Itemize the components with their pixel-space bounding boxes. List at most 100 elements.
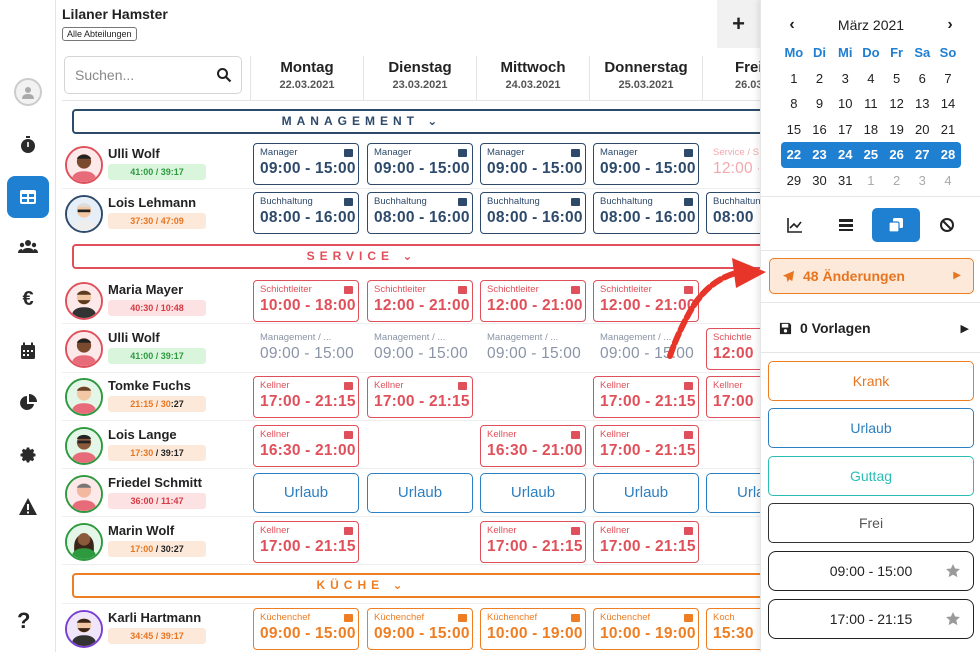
- shift-card[interactable]: Koch 15:30: [706, 608, 760, 650]
- users-group-icon[interactable]: [7, 226, 49, 268]
- employee-row-marin-wolf[interactable]: Marin Wolf 17:00 / 30:27: [62, 517, 250, 565]
- calendar-week[interactable]: 15 16 17 18 19 20 21: [781, 117, 961, 143]
- shift-card[interactable]: Buchhaltung 08:00 - 16:00: [253, 192, 359, 234]
- star-icon[interactable]: [945, 563, 961, 579]
- shift-card[interactable]: Kellner 17:00 - 21:15: [593, 521, 699, 563]
- shift-card[interactable]: Kellner 17:00 - 21:15: [593, 425, 699, 467]
- calendar-day[interactable]: 27: [909, 147, 935, 162]
- chevron-right-icon[interactable]: ›: [939, 16, 961, 34]
- calendar-day[interactable]: 13: [909, 96, 935, 111]
- user-avatar-icon[interactable]: [14, 78, 42, 106]
- employee-row-lois-lehmann[interactable]: Lois Lehmann 37:30 / 47:09: [62, 189, 250, 237]
- shift-card[interactable]: Management / ... 09:00 - 15:00: [367, 328, 473, 370]
- tab-statistics[interactable]: [771, 208, 819, 242]
- search-icon[interactable]: [216, 67, 232, 83]
- search-input[interactable]: [75, 67, 205, 83]
- help-icon[interactable]: ?: [17, 608, 30, 634]
- tab-copy[interactable]: [872, 208, 921, 242]
- shift-card[interactable]: Manager 09:00 - 15:00: [480, 143, 586, 185]
- calendar-day[interactable]: 1: [781, 71, 807, 86]
- shift-card[interactable]: Management / ... 09:00 - 15:00: [480, 328, 586, 370]
- calendar-week[interactable]: 1234567: [781, 66, 961, 92]
- absence-guttag-button[interactable]: Guttag: [768, 456, 974, 496]
- calendar-day[interactable]: 29: [781, 173, 807, 188]
- templates-toggle[interactable]: 0 Vorlagen ▶: [779, 318, 969, 338]
- absence-urlaub[interactable]: Urlaub: [367, 473, 473, 513]
- calendar-day[interactable]: 12: [884, 96, 910, 111]
- calendar-day[interactable]: 4: [858, 71, 884, 86]
- shift-card[interactable]: Schichtleiter 12:00 - 21:00: [593, 280, 699, 322]
- absence-urlaub-button[interactable]: Urlaub: [768, 408, 974, 448]
- tab-list[interactable]: [822, 208, 870, 242]
- shift-card[interactable]: Kellner 16:30 - 21:00: [480, 425, 586, 467]
- calendar-day[interactable]: 19: [884, 122, 910, 137]
- calendar-week[interactable]: 8 9 10 11 12 13 14: [781, 91, 961, 117]
- calendar-day[interactable]: 7: [935, 71, 961, 86]
- calendar-day[interactable]: 25: [858, 147, 884, 162]
- group-toggle-management[interactable]: MANAGEMENT ⌄: [72, 109, 772, 134]
- shift-card[interactable]: Manager 09:00 - 15:00: [593, 143, 699, 185]
- employee-row-ulli-wolf[interactable]: Ulli Wolf 41:00 / 39:17: [62, 140, 250, 188]
- shift-card[interactable]: Manager 09:00 - 15:00: [253, 143, 359, 185]
- shift-card[interactable]: Management / ... 09:00 - 15:00: [253, 328, 359, 370]
- calendar-day[interactable]: 6: [909, 71, 935, 86]
- calendar-day[interactable]: 1: [858, 173, 884, 188]
- calendar-day[interactable]: 31: [832, 173, 858, 188]
- calendar-day[interactable]: 4: [935, 173, 961, 188]
- template-shift-button[interactable]: 17:00 - 21:15: [768, 599, 974, 639]
- shift-card[interactable]: Küchenchef 09:00 - 15:00: [253, 608, 359, 650]
- star-icon[interactable]: [945, 611, 961, 627]
- calendar-day[interactable]: 20: [909, 122, 935, 137]
- employee-row-karli-hartmann[interactable]: Karli Hartmann 34:45 / 39:17: [62, 604, 250, 652]
- department-filter-button[interactable]: Alle Abteilungen: [62, 27, 137, 41]
- calendar-icon[interactable]: [7, 330, 49, 372]
- chevron-left-icon[interactable]: ‹: [781, 16, 803, 34]
- shift-card[interactable]: Buchhaltung 08:00 - 16:00: [593, 192, 699, 234]
- calendar-week[interactable]: 29 30 31 1 2 3 4: [781, 168, 961, 194]
- calendar-week-selected[interactable]: 22 23 24 25 26 27 28: [781, 142, 961, 168]
- calendar-day[interactable]: 8: [781, 96, 807, 111]
- calendar-day[interactable]: 18: [858, 122, 884, 137]
- shift-card[interactable]: Kellner 17:00 - 21:15: [593, 376, 699, 418]
- employee-row-lois-lange[interactable]: Lois Lange 17:30 / 39:17: [62, 421, 250, 469]
- group-toggle-service[interactable]: SERVICE ⌄: [72, 244, 772, 269]
- shift-card[interactable]: Kellner 17:00 - 21:15: [367, 376, 473, 418]
- pie-chart-icon[interactable]: [7, 382, 49, 424]
- shift-card[interactable]: Buchhaltung 08:00 - 16:00: [480, 192, 586, 234]
- shift-card[interactable]: Küchenchef 10:00 - 19:00: [593, 608, 699, 650]
- add-button[interactable]: +: [717, 0, 760, 48]
- shift-card[interactable]: Küchenchef 10:00 - 19:00: [480, 608, 586, 650]
- calendar-day[interactable]: 14: [935, 96, 961, 111]
- employee-row-maria-mayer[interactable]: Maria Mayer 40:30 / 10:48: [62, 276, 250, 324]
- warning-icon[interactable]: [7, 486, 49, 528]
- shift-card[interactable]: Schichtleiter 12:00 - 21:00: [367, 280, 473, 322]
- calendar-day[interactable]: 23: [807, 147, 833, 162]
- shift-card[interactable]: Kellner 17:00 - 21:15: [253, 521, 359, 563]
- shift-card[interactable]: Buchhaltung 08:00: [706, 192, 760, 234]
- calendar-day[interactable]: 5: [884, 71, 910, 86]
- shift-card[interactable]: Schichtleiter 10:00 - 18:00: [253, 280, 359, 322]
- calendar-day[interactable]: 26: [884, 147, 910, 162]
- shift-card[interactable]: Service / S 12:00 -: [706, 143, 760, 185]
- stopwatch-icon[interactable]: [7, 124, 49, 166]
- shift-card[interactable]: Kellner 16:30 - 21:00: [253, 425, 359, 467]
- calendar-day[interactable]: 2: [884, 173, 910, 188]
- shift-card[interactable]: Kellner 17:00 - 21:15: [480, 521, 586, 563]
- euro-icon[interactable]: €: [7, 278, 49, 320]
- calendar-day[interactable]: 24: [832, 147, 858, 162]
- calendar-day[interactable]: 9: [807, 96, 833, 111]
- calendar-day[interactable]: 11: [858, 96, 884, 111]
- calendar-day[interactable]: 30: [807, 173, 833, 188]
- changes-button[interactable]: 48 Änderungen ▶: [769, 258, 974, 294]
- employee-row-tomke-fuchs[interactable]: Tomke Fuchs 21:15 / 30:27: [62, 372, 250, 420]
- calendar-day[interactable]: 10: [832, 96, 858, 111]
- calendar-day[interactable]: 16: [807, 122, 833, 137]
- calendar-day[interactable]: 3: [909, 173, 935, 188]
- calendar-day[interactable]: 3: [832, 71, 858, 86]
- calendar-day[interactable]: 2: [807, 71, 833, 86]
- schedule-table-icon[interactable]: [7, 176, 49, 218]
- absence-urlaub[interactable]: Urlaub: [480, 473, 586, 513]
- shift-card[interactable]: Schichtle 12:00: [706, 328, 760, 370]
- shift-card[interactable]: Buchhaltung 08:00 - 16:00: [367, 192, 473, 234]
- shift-card[interactable]: Schichtleiter 12:00 - 21:00: [480, 280, 586, 322]
